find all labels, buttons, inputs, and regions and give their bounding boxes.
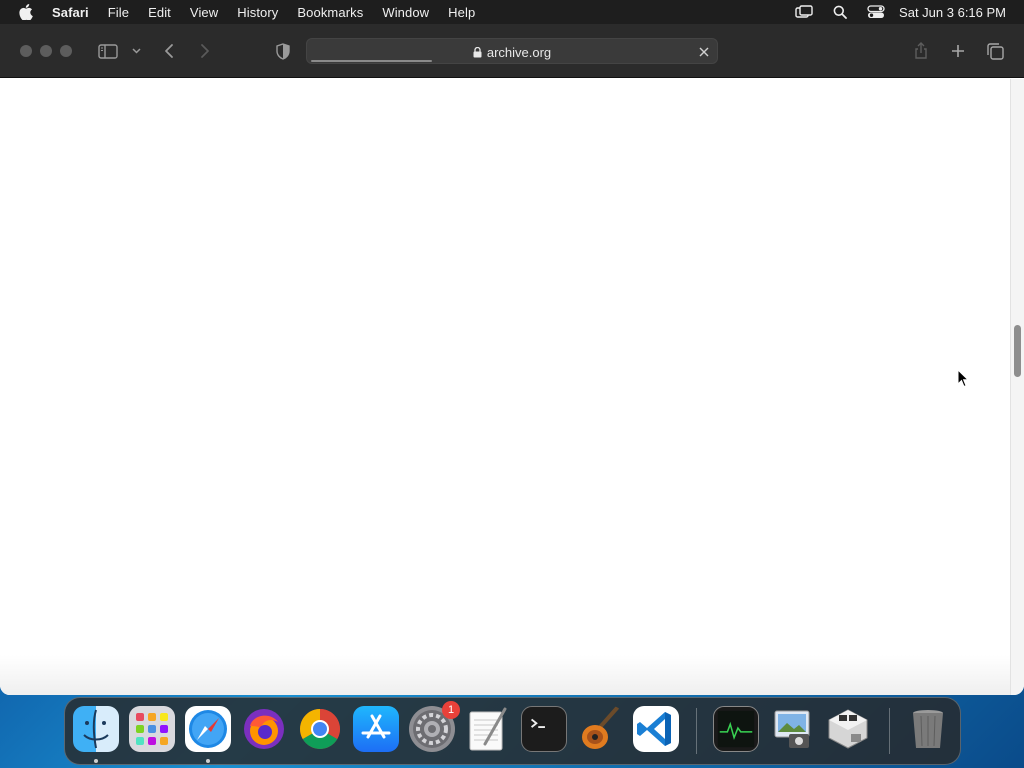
- browser-toolbar: archive.org: [0, 24, 1024, 78]
- dock-app-safari[interactable]: [185, 706, 231, 752]
- dock-app-preview[interactable]: [769, 706, 815, 752]
- safari-icon: [189, 710, 227, 748]
- dock-app-app-store[interactable]: [353, 706, 399, 752]
- dock-app-activity-monitor[interactable]: [713, 706, 759, 752]
- app-store-icon: [361, 714, 391, 739]
- menu-bar: Safari File Edit View History Bookmarks …: [0, 0, 1024, 24]
- page-bottom-fade: [0, 655, 1010, 695]
- garageband-icon: [582, 706, 619, 749]
- activity-monitor-icon: [717, 710, 755, 748]
- menu-edit[interactable]: Edit: [148, 5, 171, 20]
- tab-overview-icon[interactable]: [985, 41, 1005, 61]
- dock-app-vscode[interactable]: [633, 706, 679, 752]
- dock-app-firefox[interactable]: [241, 706, 287, 752]
- bootcamp-icon: [828, 709, 868, 749]
- menu-window[interactable]: Window: [382, 5, 429, 20]
- terminal-icon: [530, 718, 545, 729]
- menu-file[interactable]: File: [108, 5, 129, 20]
- trash-icon: [913, 710, 943, 748]
- running-indicator: [206, 759, 210, 763]
- back-arrow-icon[interactable]: [160, 41, 178, 61]
- dock-separator: [696, 708, 697, 754]
- address-bar[interactable]: archive.org: [306, 38, 718, 64]
- mouse-pointer-icon: [957, 368, 970, 393]
- lock-icon: [473, 46, 482, 58]
- menu-history[interactable]: History: [237, 5, 278, 20]
- notification-badge: 1: [442, 701, 460, 719]
- finder-icon: [83, 709, 109, 749]
- privacy-shield-icon[interactable]: [273, 41, 293, 61]
- dock-app-terminal[interactable]: [521, 706, 567, 752]
- menu-view[interactable]: View: [190, 5, 218, 20]
- dock-app-garageband[interactable]: [577, 706, 623, 752]
- window-controls: [20, 45, 80, 57]
- dock-app-chrome[interactable]: [297, 706, 343, 752]
- web-page-content[interactable]: [0, 79, 1010, 695]
- chevron-down-icon[interactable]: [130, 44, 142, 58]
- apple-menu-icon[interactable]: [18, 4, 34, 20]
- dock-app-trash[interactable]: [905, 706, 951, 752]
- stop-loading-icon[interactable]: [697, 45, 711, 59]
- running-indicator: [94, 759, 98, 763]
- forward-arrow-icon[interactable]: [196, 41, 214, 61]
- zoom-window-button[interactable]: [60, 45, 72, 57]
- textedit-icon: [469, 707, 507, 751]
- safari-window: archive.org: [0, 24, 1024, 695]
- new-tab-plus-icon[interactable]: [948, 41, 968, 61]
- launchpad-icon: [136, 713, 168, 745]
- page-load-progress-bar: [311, 60, 432, 62]
- dock-app-bootcamp[interactable]: [825, 706, 871, 752]
- close-window-button[interactable]: [20, 45, 32, 57]
- dock-app-launchpad[interactable]: [129, 706, 175, 752]
- scrollbar-thumb[interactable]: [1014, 325, 1021, 377]
- address-url-text: archive.org: [486, 44, 552, 60]
- menu-app-name[interactable]: Safari: [52, 5, 89, 20]
- firefox-icon: [244, 709, 284, 749]
- control-center-icon[interactable]: [867, 5, 885, 19]
- vertical-scrollbar[interactable]: [1010, 79, 1024, 695]
- minimize-window-button[interactable]: [40, 45, 52, 57]
- preview-icon: [774, 710, 810, 748]
- menu-help[interactable]: Help: [448, 5, 475, 20]
- share-icon[interactable]: [911, 40, 931, 62]
- spotlight-search-icon[interactable]: [833, 5, 847, 19]
- dock-app-textedit[interactable]: [465, 706, 511, 752]
- vscode-icon: [637, 712, 671, 746]
- dock: 1: [64, 697, 961, 765]
- menu-clock[interactable]: Sat Jun 3 6:16 PM: [899, 5, 1006, 20]
- sidebar-toggle-icon[interactable]: [96, 41, 120, 61]
- menu-bookmarks[interactable]: Bookmarks: [297, 5, 363, 20]
- dock-separator: [889, 708, 890, 754]
- chrome-icon: [300, 709, 340, 749]
- dock-app-finder[interactable]: [73, 706, 119, 752]
- screen-mirroring-icon[interactable]: [795, 5, 813, 19]
